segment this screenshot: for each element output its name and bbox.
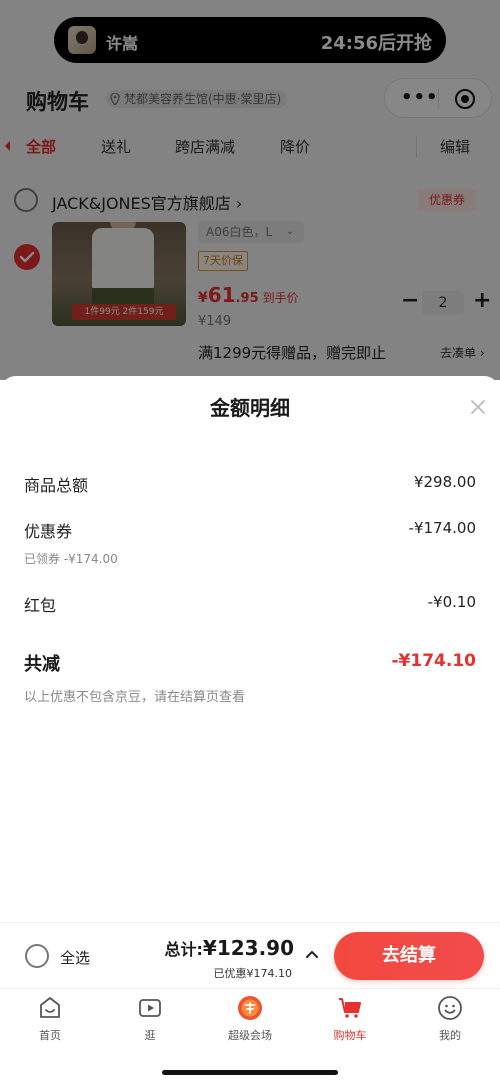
total-reduction-value: -¥174.10 <box>391 651 477 671</box>
modal-overlay[interactable] <box>0 0 500 380</box>
sheet-title: 金额明细 <box>210 396 290 420</box>
nav-home[interactable]: 首页 <box>10 995 90 1045</box>
chevron-up-icon[interactable] <box>306 949 318 959</box>
goods-total-label: 商品总额 <box>24 476 89 495</box>
select-all-radio[interactable] <box>25 944 49 968</box>
coupon-label: 优惠券 <box>24 522 73 541</box>
venue-icon <box>238 996 262 1020</box>
nav-super-venue[interactable]: 超级会场 <box>210 995 290 1045</box>
nav-browse-label: 逛 <box>144 1029 156 1042</box>
order-total: 总计:¥123.90 <box>165 936 295 960</box>
smile-icon <box>438 996 462 1020</box>
nav-profile[interactable]: 我的 <box>410 995 490 1045</box>
discount-note: 以上优惠不包含京豆，请在结算页查看 <box>24 690 246 705</box>
nav-cart-label: 购物车 <box>333 1029 367 1042</box>
total-label: 总计: <box>164 940 203 959</box>
red-packet-label: 红包 <box>24 596 57 615</box>
checkout-button[interactable]: 去结算 <box>334 932 484 980</box>
cart-icon <box>339 998 361 1018</box>
goods-total-value: ¥298.00 <box>413 473 476 491</box>
nav-cart[interactable]: 购物车 <box>310 995 390 1045</box>
nav-super-venue-label: 超级会场 <box>228 1029 272 1042</box>
total-reduction-label: 共减 <box>24 654 60 675</box>
home-indicator[interactable] <box>162 1070 338 1075</box>
select-all-label[interactable]: 全选 <box>60 947 90 968</box>
red-packet-value: -¥0.10 <box>427 593 476 611</box>
coupon-claimed-note: 已领券 -¥174.00 <box>24 552 118 566</box>
nav-browse[interactable]: 逛 <box>110 995 190 1045</box>
home-icon <box>40 997 60 1018</box>
video-icon <box>139 999 161 1017</box>
saved-amount: 已优惠¥174.10 <box>213 967 293 980</box>
coupon-value: -¥174.00 <box>408 519 476 537</box>
bottom-tab-bar: 首页 逛 超级会场 购物车 我的 <box>0 988 500 1087</box>
close-icon[interactable] <box>468 397 488 417</box>
nav-home-label: 首页 <box>39 1029 61 1042</box>
nav-profile-label: 我的 <box>439 1029 461 1042</box>
total-amount: ¥123.90 <box>202 936 294 960</box>
checkout-bar: 全选 总计:¥123.90 已优惠¥174.10 去结算 <box>0 922 500 988</box>
